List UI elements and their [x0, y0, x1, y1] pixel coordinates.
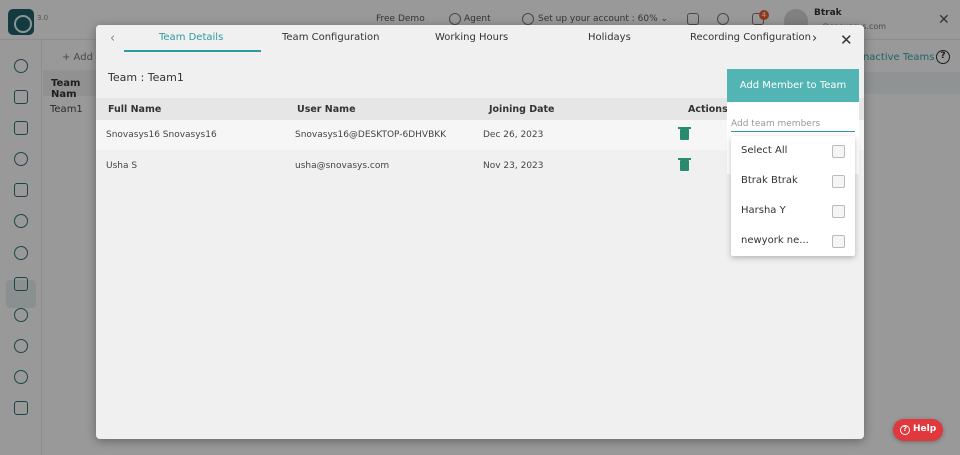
delete-icon[interactable]	[678, 158, 691, 171]
cell-full-name: Snovasys16 Snovasys16	[106, 130, 217, 140]
team-title: Team : Team1	[108, 71, 184, 84]
members-dropdown: Select All Btrak Btrak Harsha Y newyork …	[731, 136, 855, 256]
add-team-members-input[interactable]	[731, 116, 855, 132]
column-actions: Actions	[688, 104, 728, 115]
checkbox[interactable]	[832, 205, 845, 218]
help-icon: ?	[900, 425, 910, 435]
column-joining-date: Joining Date	[489, 104, 555, 115]
dropdown-option[interactable]: newyork ne...	[731, 226, 855, 256]
tab-working-hours[interactable]: Working Hours	[435, 32, 508, 43]
option-label: newyork ne...	[741, 235, 809, 246]
tab-team-details[interactable]: Team Details	[159, 32, 223, 43]
column-user-name: User Name	[297, 104, 356, 115]
help-label: Help	[913, 424, 937, 434]
dropdown-option-select-all[interactable]: Select All	[731, 136, 855, 166]
option-label: Btrak Btrak	[741, 175, 798, 186]
cell-full-name: Usha S	[106, 161, 138, 171]
checkbox[interactable]	[832, 175, 845, 188]
add-member-header: Add Member to Team	[727, 69, 859, 102]
tab-bar: ‹ Team Details Team Configuration Workin…	[96, 25, 864, 53]
cell-user-name: usha@snovasys.com	[295, 161, 390, 171]
dropdown-option[interactable]: Btrak Btrak	[731, 166, 855, 196]
modal-close-icon[interactable]: ✕	[840, 31, 853, 49]
tab-recording-configuration[interactable]: Recording Configuration	[690, 32, 811, 43]
dropdown-option[interactable]: Harsha Y	[731, 196, 855, 226]
help-button[interactable]: ? Help	[893, 419, 943, 441]
cell-joining-date: Nov 23, 2023	[483, 161, 544, 171]
cell-user-name: Snovasys16@DESKTOP-6DHVBKK	[295, 130, 447, 140]
option-label: Harsha Y	[741, 205, 786, 216]
checkbox[interactable]	[832, 145, 845, 158]
cell-joining-date: Dec 26, 2023	[483, 130, 544, 140]
column-full-name: Full Name	[108, 104, 162, 115]
chevron-left-icon[interactable]: ‹	[110, 31, 115, 46]
tab-holidays[interactable]: Holidays	[588, 32, 631, 43]
chevron-right-icon[interactable]: ›	[812, 31, 817, 46]
checkbox[interactable]	[832, 235, 845, 248]
active-tab-indicator	[124, 50, 261, 52]
tab-team-configuration[interactable]: Team Configuration	[282, 32, 379, 43]
delete-icon[interactable]	[678, 127, 691, 140]
option-label: Select All	[741, 145, 788, 156]
